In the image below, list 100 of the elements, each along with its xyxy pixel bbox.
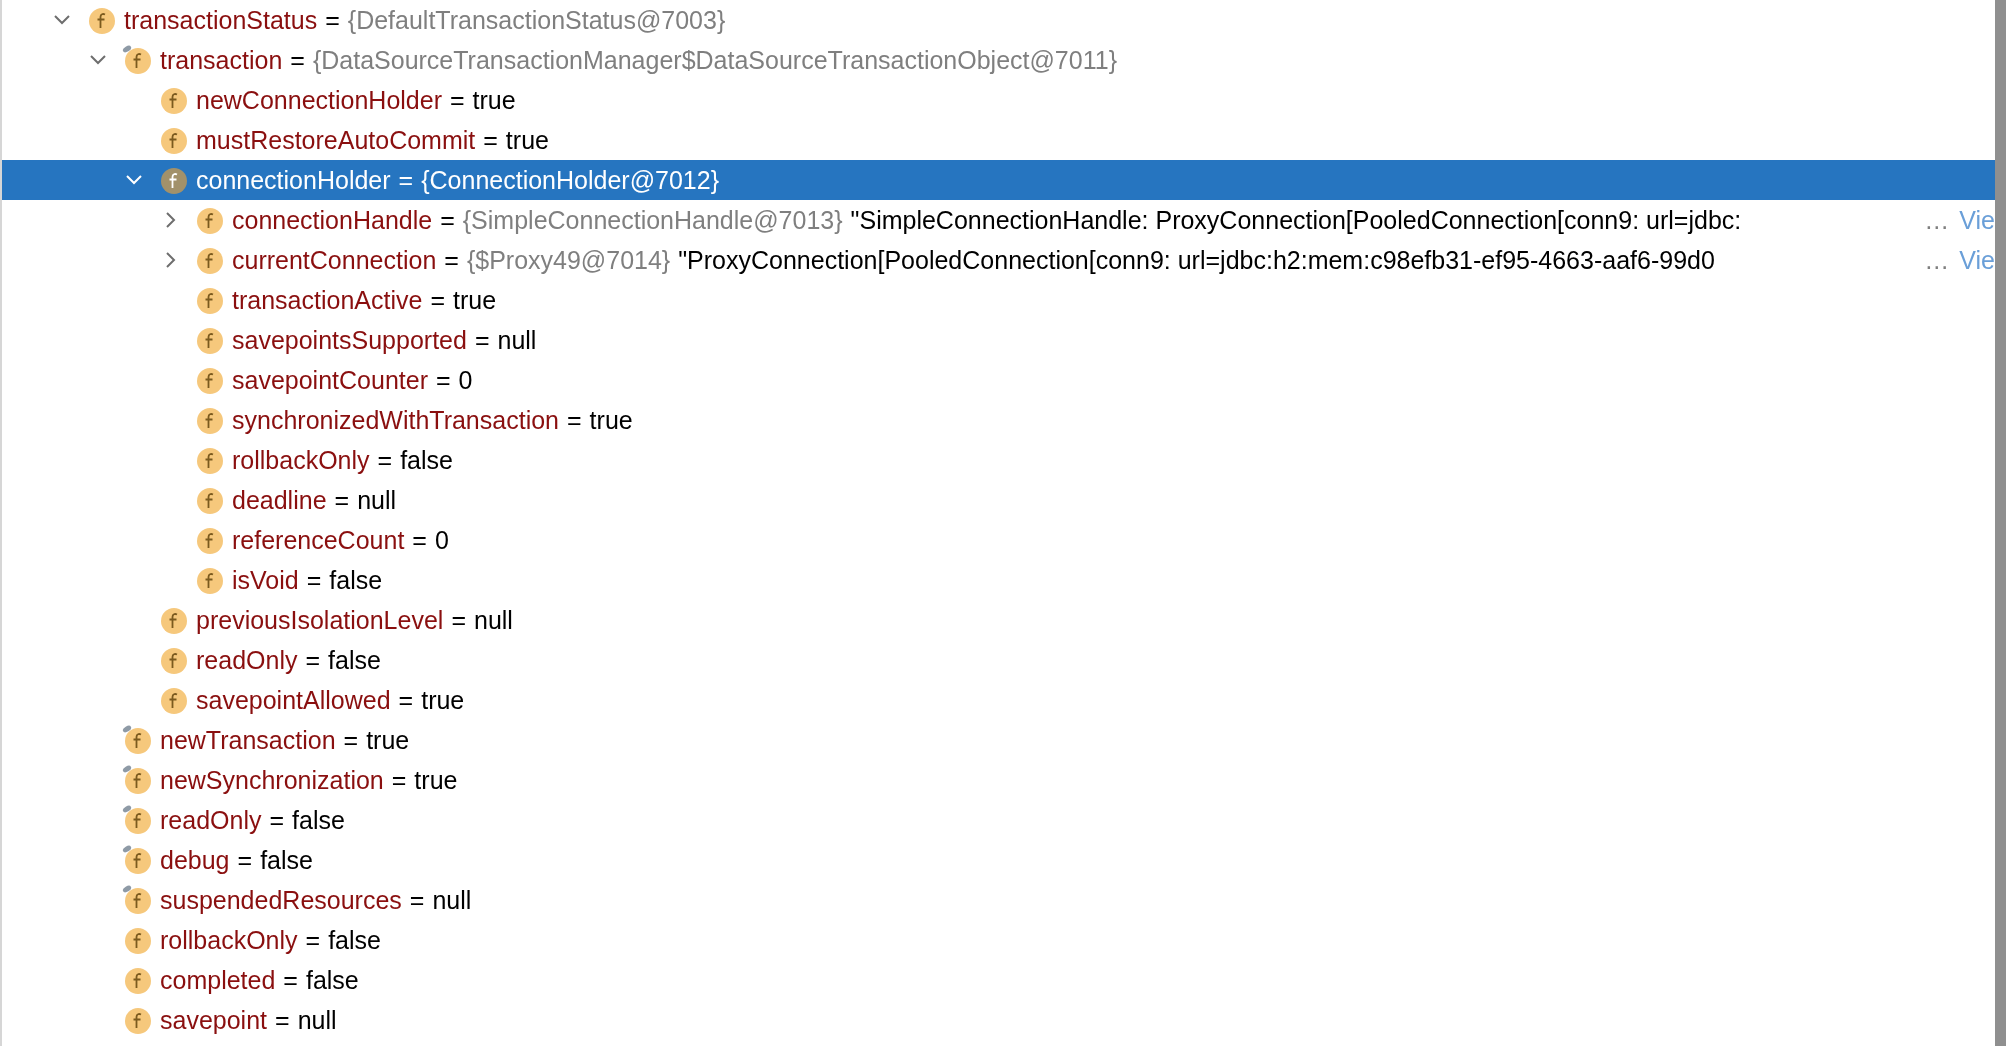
field-value: null (497, 325, 537, 355)
tree-row[interactable]: savepointAllowed = true (2, 680, 1995, 720)
tree-row[interactable]: transactionStatus = {DefaultTransactionStatus@7003} (2, 0, 1995, 40)
field-name: referenceCount (232, 525, 405, 555)
field-value: false (400, 445, 453, 475)
field-name: newSynchronization (160, 765, 384, 795)
field-name: savepointsSupported (232, 325, 467, 355)
equals-sign: = (398, 165, 414, 195)
equals-sign: = (412, 525, 427, 555)
field-value: null (357, 485, 397, 515)
field-value: true (421, 685, 465, 715)
field-name: synchronizedWithTransaction (232, 405, 559, 435)
equals-sign: = (275, 1005, 290, 1035)
field-value: true (589, 405, 633, 435)
tree-row[interactable]: savepoint = null (2, 1000, 1995, 1040)
field-value: false (292, 805, 345, 835)
tree-row[interactable]: rollbackOnly = false (2, 920, 1995, 960)
tree-row[interactable]: newSynchronization = true (2, 760, 1995, 800)
field-value: null (432, 885, 472, 915)
tree-row[interactable]: rollbackOnly = false (2, 440, 1995, 480)
equals-sign: = (451, 605, 466, 635)
tree-row[interactable]: synchronizedWithTransaction = true (2, 400, 1995, 440)
object-reference: {$Proxy49@7014} (466, 245, 671, 275)
field-name: connectionHolder (196, 165, 391, 195)
tree-row[interactable]: transactionActive = true (2, 280, 1995, 320)
tree-row[interactable]: readOnly = false (2, 640, 1995, 680)
field-value: 0 (434, 525, 449, 555)
equals-sign: = (567, 405, 582, 435)
field-value: false (260, 845, 313, 875)
field-name: rollbackOnly (160, 925, 298, 955)
tree-row[interactable]: currentConnection = {$Proxy49@7014} "ProxyConnection[PooledConnection[conn9: url=jdbc:h2:mem:c98efb31-ef95-4663-aaf6-99d0 … Vie (2, 240, 1995, 280)
field-name: completed (160, 965, 276, 995)
field-name: connectionHandle (232, 205, 433, 235)
tree-row[interactable]: newTransaction = true (2, 720, 1995, 760)
field-value: true (453, 285, 497, 315)
equals-sign: = (343, 725, 359, 755)
field-name: savepointCounter (232, 365, 428, 395)
field-value: null (474, 605, 513, 635)
tree-row[interactable]: mustRestoreAutoCommit = true (2, 120, 1995, 160)
tree-row[interactable]: transaction = {DataSourceTransactionManager$DataSourceTransactionObject@7011} (2, 40, 1995, 80)
field-name: transactionActive (232, 285, 423, 315)
field-name: currentConnection (232, 245, 437, 275)
tree-row[interactable]: deadline = null (2, 480, 1995, 520)
field-name: deadline (232, 485, 327, 515)
field-value: {ConnectionHolder@7012} (421, 165, 719, 195)
equals-sign: = (435, 365, 451, 395)
tree-row[interactable]: referenceCount = 0 (2, 520, 1995, 560)
equals-sign: = (325, 5, 340, 35)
field-name: readOnly (196, 645, 298, 675)
field-value: false (328, 925, 381, 955)
equals-sign: = (430, 285, 445, 315)
tree-row[interactable]: savepointCounter = 0 (2, 360, 1995, 400)
field-value: null (297, 1005, 337, 1035)
equals-sign: = (283, 965, 298, 995)
equals-sign: = (474, 325, 490, 355)
field-name: suspendedResources (160, 885, 402, 915)
field-value: false (305, 965, 359, 995)
equals-sign: = (305, 645, 321, 675)
equals-sign: = (306, 565, 322, 595)
string-value: "ProxyConnection[PooledConnection[conn9: url=jdbc:h2:mem:c98efb31-ef95-4663-aaf6-99d0 (678, 245, 1715, 275)
field-name: savepointAllowed (196, 685, 391, 715)
tree-row[interactable]: suspendedResources = null (2, 880, 1995, 920)
tree-row[interactable]: debug = false (2, 840, 1995, 880)
equals-sign: = (409, 885, 425, 915)
tree-row[interactable]: newConnectionHolder = true (2, 80, 1995, 120)
object-reference: {DataSourceTransactionManager$DataSourceTransactionObject@7011} (312, 45, 1117, 75)
equals-sign: = (290, 45, 305, 75)
tree-row[interactable]: connectionHolder = {ConnectionHolder@7012} (2, 160, 1995, 200)
string-value: "SimpleConnectionHandle: ProxyConnection[PooledConnection[conn9: url=jdbc: (850, 205, 1742, 235)
field-name: previousIsolationLevel (196, 605, 444, 635)
equals-sign: = (334, 485, 350, 515)
field-name: mustRestoreAutoCommit (196, 125, 476, 155)
field-value: 0 (458, 365, 473, 395)
field-name: readOnly (160, 805, 262, 835)
equals-sign: = (440, 205, 455, 235)
field-name: rollbackOnly (232, 445, 370, 475)
field-name: savepoint (160, 1005, 268, 1035)
ellipsis: … (1924, 205, 1950, 235)
equals-sign: = (398, 685, 414, 715)
object-reference: {SimpleConnectionHandle@7013} (462, 205, 843, 235)
scrollbar[interactable] (1995, 0, 2006, 1046)
field-name: newTransaction (160, 725, 336, 755)
field-name: isVoid (232, 565, 299, 595)
field-name: transaction (160, 45, 283, 75)
tree-row[interactable]: completed = false (2, 960, 1995, 1000)
tree-row[interactable]: previousIsolationLevel = null (2, 600, 1995, 640)
tree-row[interactable]: savepointsSupported = null (2, 320, 1995, 360)
field-name: transactionStatus (124, 5, 318, 35)
ellipsis: … (1924, 245, 1950, 275)
field-value: true (505, 125, 549, 155)
field-name: debug (160, 845, 230, 875)
object-reference: {DefaultTransactionStatus@7003} (347, 5, 726, 35)
tree-row[interactable]: readOnly = false (2, 800, 1995, 840)
field-value: true (366, 725, 410, 755)
field-name: newConnectionHolder (196, 85, 442, 115)
tree-row[interactable]: isVoid = false (2, 560, 1995, 600)
tree-row[interactable]: connectionHandle = {SimpleConnectionHandle@7013} "SimpleConnectionHandle: ProxyConnection[PooledConnection[conn9: url=jdbc: … Vie (2, 200, 1995, 240)
field-value: false (329, 565, 383, 595)
field-value: false (328, 645, 381, 675)
equals-sign: = (450, 85, 465, 115)
